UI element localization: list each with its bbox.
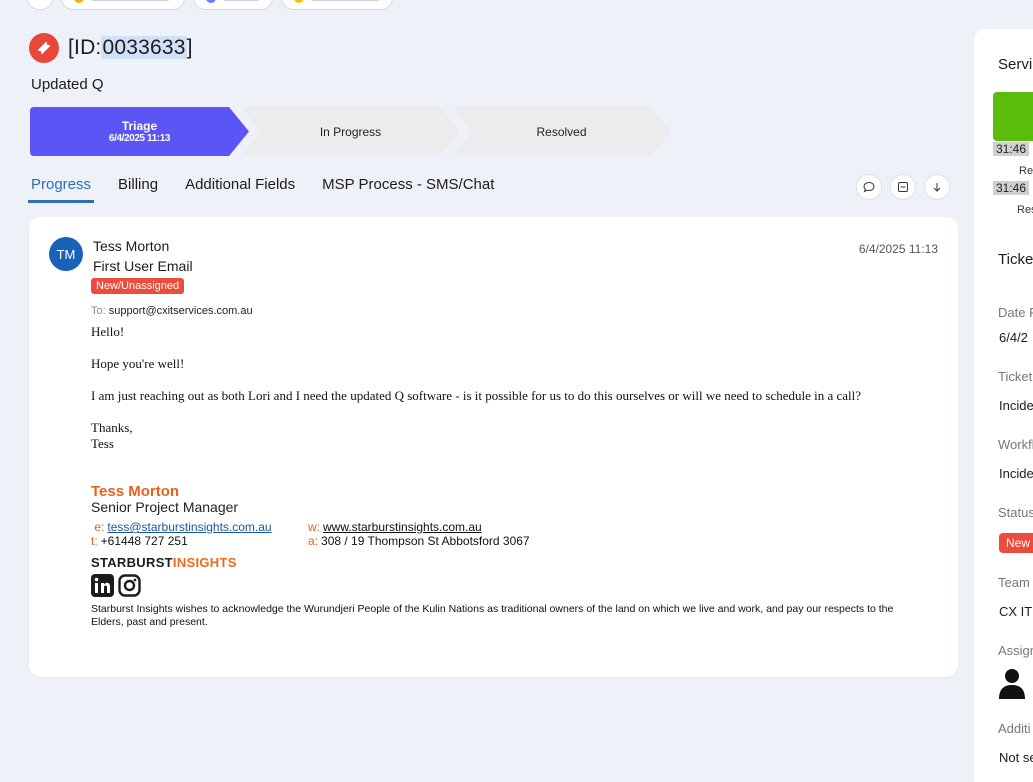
field-workflow-value[interactable]: Incide	[999, 466, 1033, 481]
workflow-stages: Triage 6/4/2025 11:13 In Progress Resolv…	[30, 107, 671, 156]
collapse-icon	[898, 182, 908, 192]
tab-additional-fields[interactable]: Additional Fields	[182, 176, 298, 203]
ticket-id: [ID:0033633]	[68, 36, 193, 60]
top-pill-2[interactable]	[193, 0, 273, 10]
stage-date: 6/4/2025 11:13	[108, 133, 171, 144]
ticket-section-title: Ticke	[998, 251, 1033, 268]
field-additional-value[interactable]: Not se	[999, 750, 1033, 765]
tab-tools	[856, 174, 950, 200]
body-line: Tess	[91, 436, 114, 451]
signature-name: Tess Morton	[91, 483, 180, 500]
stage-label: In Progress	[319, 124, 382, 139]
sla-progress-bar	[993, 92, 1033, 141]
instagram-icon[interactable]	[118, 574, 141, 597]
field-team-label: Team	[998, 575, 1030, 590]
body-line: Hello!	[91, 324, 125, 339]
field-team-value[interactable]: CX IT -	[999, 604, 1033, 619]
signature-web-link[interactable]: www.starburstinsights.com.au	[323, 520, 482, 534]
signature-email-link[interactable]: tess@starburstinsights.com.au	[107, 520, 271, 534]
sla-time-resolution: 31:46	[993, 181, 1030, 195]
field-date-label: Date R	[998, 305, 1033, 320]
comment-button[interactable]	[856, 174, 882, 200]
message-body: Hello! Hope you're well! I am just reach…	[91, 324, 861, 452]
field-additional-label: Additi	[998, 721, 1031, 736]
tab-msp-process[interactable]: MSP Process - SMS/Chat	[319, 176, 497, 203]
web-key: w:	[308, 520, 320, 534]
top-pill-3[interactable]	[281, 0, 393, 10]
field-ticket-type-value[interactable]: Incide	[999, 398, 1033, 413]
brand-first: STARBURST	[91, 555, 173, 570]
status-badge: New/Unassigned	[91, 278, 185, 294]
stage-label: Triage	[121, 119, 158, 133]
service-section-title: Servi	[998, 56, 1033, 73]
sla-time-response: 31:46	[993, 142, 1030, 156]
ticket-icon	[29, 33, 59, 63]
email-key: e:	[94, 520, 105, 534]
body-line: Thanks,	[91, 420, 133, 435]
acknowledgement-text: Starburst Insights wishes to acknowledge…	[91, 603, 894, 628]
message-title: First User Email	[93, 258, 193, 274]
user-icon[interactable]	[999, 667, 1025, 704]
to-address: support@cxitservices.com.au	[108, 305, 253, 317]
sort-button[interactable]	[924, 174, 950, 200]
field-status-badge[interactable]: New	[999, 533, 1033, 553]
ticket-tabs: Progress Billing Additional Fields MSP P…	[28, 176, 518, 203]
arrow-down-icon	[933, 183, 941, 192]
avatar: TM	[49, 237, 83, 271]
field-date-value[interactable]: 6/4/2	[999, 330, 1028, 345]
side-panel: Servi 31:46 Re 31:46 Res Ticke Date R 6/…	[974, 29, 1033, 782]
tab-billing[interactable]: Billing	[115, 176, 161, 203]
field-ticket-type-label: Ticket	[998, 369, 1033, 384]
signature-row-1: e: tess@starburstinsights.com.au w: www.st…	[91, 520, 482, 534]
brand-second: INSIGHTS	[172, 555, 237, 570]
signature-phone: +61448 727 251	[100, 534, 188, 548]
tab-progress[interactable]: Progress	[28, 176, 95, 203]
comment-icon	[863, 181, 875, 193]
pill-dot-icon	[294, 0, 304, 3]
field-assignee-label: Assign	[998, 643, 1033, 658]
collapse-button[interactable]	[890, 174, 916, 200]
body-line: I am just reaching out as both Lori and …	[91, 388, 862, 403]
stage-label: Resolved	[536, 124, 587, 139]
ticket-subject: Updated Q	[31, 76, 104, 93]
message-time: 6/4/2025 11:13	[858, 242, 938, 256]
top-toolbar-pills	[27, 0, 393, 10]
field-workflow-label: Workfl	[998, 437, 1033, 452]
pill-dot-icon	[206, 0, 216, 3]
field-status-label: Status	[998, 505, 1033, 520]
top-pill-back[interactable]	[27, 0, 53, 10]
sla-label-response: Re	[1019, 165, 1033, 177]
linkedin-icon[interactable]	[91, 574, 114, 597]
stage-resolved[interactable]: Resolved	[452, 107, 671, 156]
brand-logo: STARBURSTINSIGHTS	[91, 555, 237, 570]
to-label: To:	[91, 305, 106, 317]
message-card: TM Tess Morton First User Email New/Unas…	[29, 217, 958, 677]
signature-role: Senior Project Manager	[91, 499, 239, 515]
ticket-id-suffix: ]	[186, 36, 193, 59]
social-icons	[91, 574, 141, 597]
body-line: Hope you're well!	[91, 356, 185, 371]
pill-dot-icon	[74, 0, 84, 3]
phone-key: t:	[91, 534, 98, 548]
signature-row-2: t: +61448 727 251 a: 308 / 19 Thompson St …	[91, 534, 530, 548]
ticket-id-prefix: [ID:	[68, 36, 102, 59]
message-sender: Tess Morton	[93, 238, 170, 254]
ticket-header: [ID:0033633]	[29, 33, 193, 63]
stage-triage[interactable]: Triage 6/4/2025 11:13	[30, 107, 249, 156]
ticket-id-number[interactable]: 0033633	[101, 36, 187, 59]
message-to: To: support@cxitservices.com.au	[91, 305, 253, 317]
stage-in-progress[interactable]: In Progress	[241, 107, 460, 156]
address-key: a:	[308, 534, 319, 548]
signature-address: 308 / 19 Thompson St Abbotsford 3067	[321, 534, 530, 548]
sla-label-resolution: Res	[1017, 204, 1033, 216]
top-pill-1[interactable]	[61, 0, 185, 10]
